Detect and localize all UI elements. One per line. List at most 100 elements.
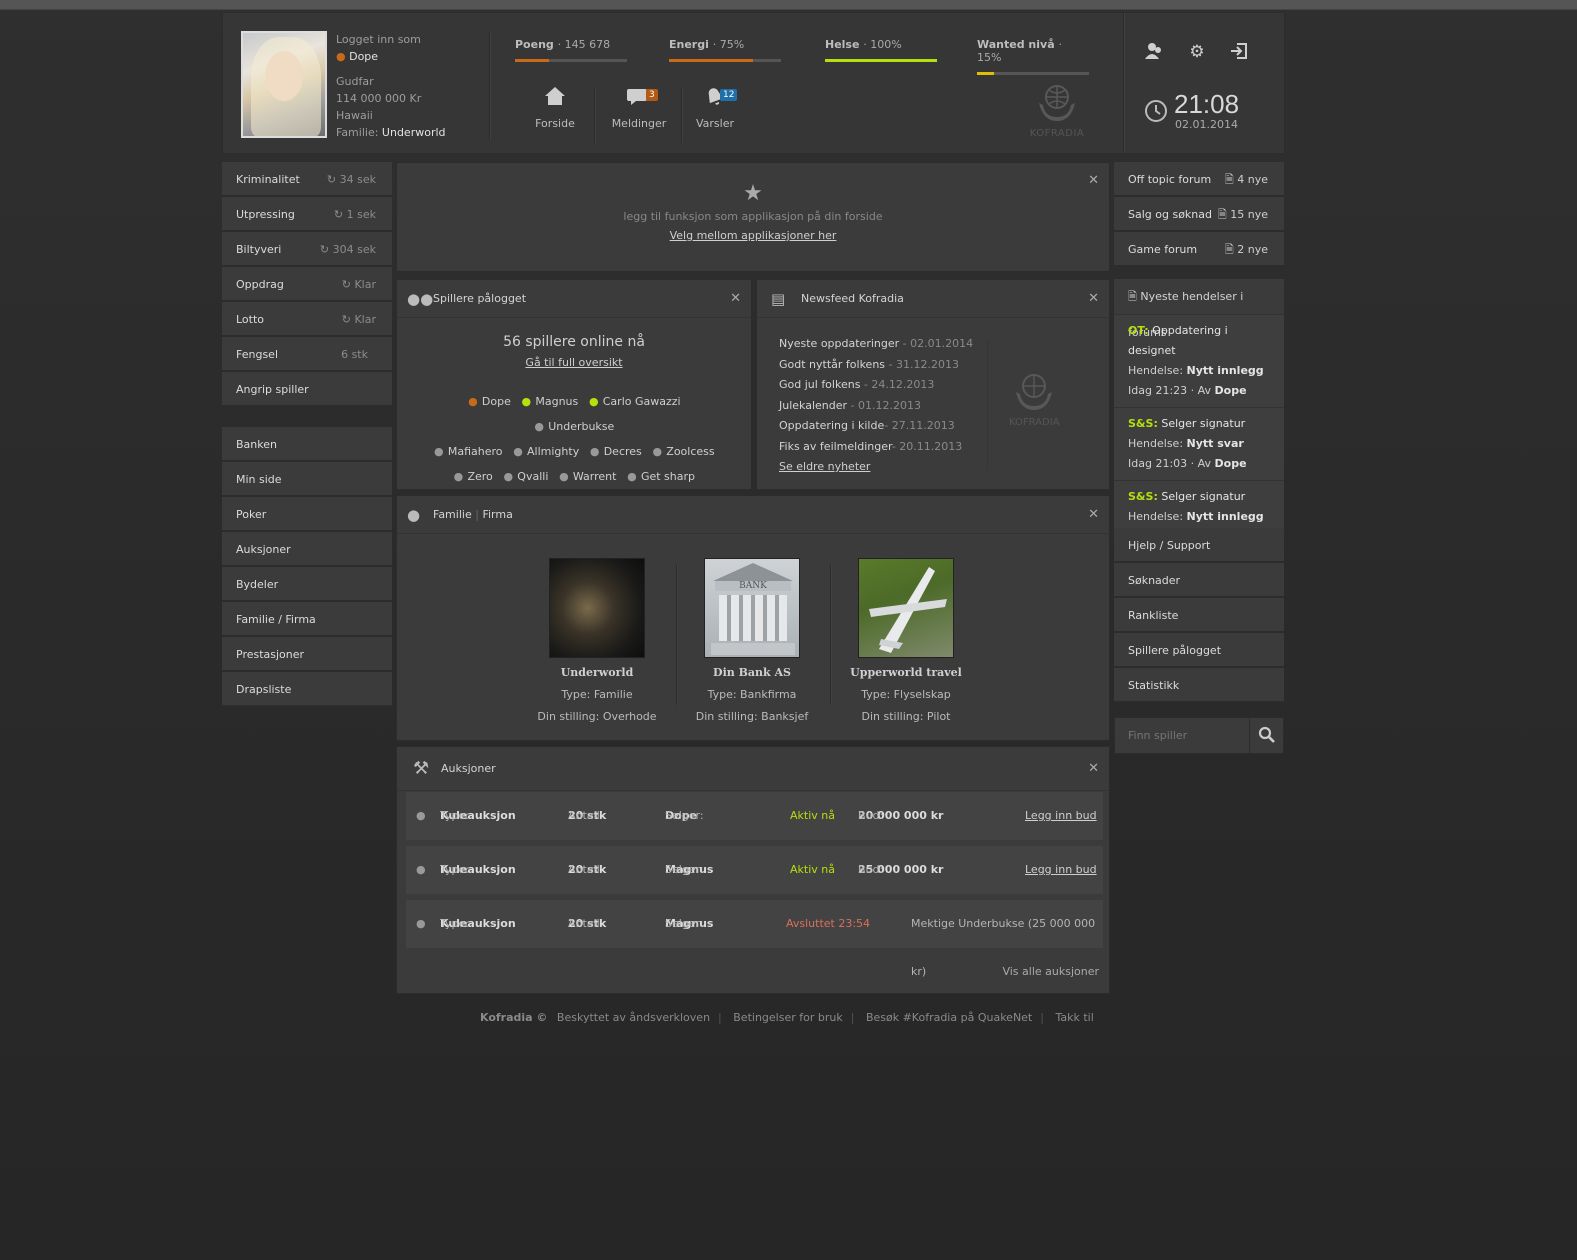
- auction-status: Aktiv nå: [790, 863, 835, 876]
- news-item[interactable]: God jul folkens - 24.12.2013: [779, 375, 973, 396]
- menu-item-ranklist[interactable]: Rankliste: [1114, 598, 1284, 633]
- player-link[interactable]: ● Dope: [467, 389, 511, 414]
- menu-item-auksjoner[interactable]: Auksjoner: [222, 532, 392, 567]
- document-icon: 🗎: [1224, 173, 1234, 186]
- user-icon: ●: [453, 470, 464, 483]
- forum-events: 🗎 Nyeste hendelser i forums OT: Oppdater…: [1114, 279, 1284, 554]
- player-link[interactable]: ● Decres: [589, 439, 642, 464]
- logged-in-label: Logget inn som: [336, 33, 421, 46]
- user-icon: ●: [559, 470, 569, 483]
- family-type: Type: Flyselskap: [861, 688, 951, 701]
- menu-item-familie-firma[interactable]: Familie / Firma: [222, 602, 392, 637]
- search-button[interactable]: [1249, 718, 1283, 753]
- footer: Kofradia © Beskyttet av åndsverkloven | B…: [480, 1011, 1094, 1024]
- refresh-icon: ↻: [341, 278, 351, 291]
- footer-link[interactable]: Besøk #Kofradia på QuakeNet: [866, 1011, 1032, 1024]
- nav-messages[interactable]: 3 Meldinger: [600, 85, 678, 130]
- close-icon[interactable]: ✕: [1088, 747, 1099, 791]
- player-link[interactable]: ● Underbukse: [534, 414, 614, 439]
- profile-icon[interactable]: [1143, 41, 1165, 63]
- auction-row: ● Type: Kuleauksjon Antall: 20 stk Selger: …: [406, 846, 1103, 894]
- header: Logget inn som ● Dope Gudfar 114 000 000…: [222, 12, 1285, 154]
- logout-icon[interactable]: [1228, 41, 1250, 63]
- news-item[interactable]: Nyeste oppdateringer - 02.01.2014: [779, 334, 973, 355]
- player-link[interactable]: ● Mafiahero: [433, 439, 502, 464]
- menu-item-bydeler[interactable]: Bydeler: [222, 567, 392, 602]
- close-icon[interactable]: ✕: [730, 280, 741, 318]
- star-icon: ★: [743, 181, 763, 206]
- news-item[interactable]: Godt nyttår folkens - 31.12.2013: [779, 355, 973, 376]
- player-link[interactable]: ● Zero: [453, 464, 493, 489]
- footer-link[interactable]: Takk til: [1055, 1011, 1093, 1024]
- firma-tab[interactable]: Firma: [482, 508, 512, 521]
- menu-item-biltyveri[interactable]: Biltyveri ↻ 304 sek: [222, 232, 392, 267]
- notifications-badge: 12: [720, 89, 738, 101]
- menu-item-angrip[interactable]: Angrip spiller: [222, 372, 392, 407]
- menu-item-lotto[interactable]: Lotto ↻ Klar: [222, 302, 392, 337]
- document-icon: 🗎: [1224, 243, 1234, 256]
- top-bar: [0, 0, 1577, 10]
- plane-image: [858, 558, 954, 658]
- menu-item-applications[interactable]: Søknader: [1114, 563, 1284, 598]
- menu-item-statistics[interactable]: Statistikk: [1114, 668, 1284, 703]
- close-icon[interactable]: ✕: [1088, 496, 1099, 534]
- forum-event[interactable]: S&S: Selger signatur Hendelse: Nytt svar I…: [1114, 408, 1284, 481]
- family-type: Type: Bankfirma: [707, 688, 797, 701]
- close-icon[interactable]: ✕: [1088, 280, 1099, 318]
- footer-link[interactable]: Beskyttet av åndsverkloven: [557, 1011, 710, 1024]
- family-name[interactable]: Underworld: [382, 126, 446, 139]
- news-item[interactable]: Oppdatering i kilde- 27.11.2013: [779, 416, 973, 437]
- kofradia-logo[interactable]: KOFRADIA: [1026, 81, 1088, 139]
- news-item[interactable]: Fiks av feilmeldinger- 20.11.2013: [779, 437, 973, 458]
- menu-item-drapsliste[interactable]: Drapsliste: [222, 672, 392, 707]
- menu-item-banken[interactable]: Banken: [222, 427, 392, 462]
- stat-bar-fill: [825, 59, 937, 62]
- family-item[interactable]: BANK Din Bank AS Type: Bankfirma Din sti…: [672, 558, 832, 728]
- family-name: Upperworld travel: [850, 666, 962, 679]
- nav-notifications-label: Varsler: [695, 117, 734, 130]
- menu-item-online[interactable]: Spillere pålogget: [1114, 633, 1284, 668]
- forum-menu: Off topic forum 🗎 4 nye Salg og søknad 🗎 1…: [1114, 162, 1284, 267]
- menu-item-help[interactable]: Hjelp / Support: [1114, 528, 1284, 563]
- family-image: [549, 558, 645, 658]
- menu-item-min-side[interactable]: Min side: [222, 462, 392, 497]
- user-avatar[interactable]: [241, 31, 327, 138]
- stat-label: Helse: [825, 38, 860, 51]
- gear-icon[interactable]: ⚙: [1186, 41, 1208, 63]
- menu-item-utpressing[interactable]: Utpressing ↻ 1 sek: [222, 197, 392, 232]
- footer-link[interactable]: Betingelser for bruk: [733, 1011, 842, 1024]
- app-link[interactable]: Velg mellom applikasjoner her: [670, 229, 837, 242]
- close-icon[interactable]: ✕: [1088, 173, 1099, 188]
- forum-item[interactable]: Salg og søknad 🗎 15 nye: [1114, 197, 1284, 232]
- location: Hawaii: [336, 109, 373, 122]
- player-link[interactable]: ● Carlo Gawazzi: [588, 389, 681, 414]
- bid-link[interactable]: Legg inn bud: [1025, 809, 1097, 822]
- news-more-link[interactable]: Se eldre nyheter: [779, 460, 870, 473]
- player-link[interactable]: ● Qvalli: [503, 464, 548, 489]
- search-input[interactable]: [1115, 718, 1251, 753]
- news-item[interactable]: Julekalender - 01.12.2013: [779, 396, 973, 417]
- player-link[interactable]: ● Get sharp: [626, 464, 695, 489]
- forum-item[interactable]: Off topic forum 🗎 4 nye: [1114, 162, 1284, 197]
- menu-item-kriminalitet[interactable]: Kriminalitet ↻ 34 sek: [222, 162, 392, 197]
- menu-item-fengsel[interactable]: Fengsel 6 stk: [222, 337, 392, 372]
- menu-item-poker[interactable]: Poker: [222, 497, 392, 532]
- menu-item-oppdrag[interactable]: Oppdrag ↻ Klar: [222, 267, 392, 302]
- player-link[interactable]: ● Allmighty: [513, 439, 579, 464]
- bid-link[interactable]: Legg inn bud: [1025, 863, 1097, 876]
- nav-home[interactable]: Forside: [516, 85, 594, 130]
- forum-item[interactable]: Game forum 🗎 2 nye: [1114, 232, 1284, 267]
- player-link[interactable]: ● Magnus: [521, 389, 579, 414]
- forum-event[interactable]: OT: Oppdatering i designet Hendelse: Nytt…: [1114, 315, 1284, 408]
- family-tab[interactable]: Familie: [433, 508, 472, 521]
- menu-item-prestasjoner[interactable]: Prestasjoner: [222, 637, 392, 672]
- nav-notifications[interactable]: 12 Varsler: [676, 85, 754, 130]
- username[interactable]: Dope: [349, 50, 378, 63]
- family-item[interactable]: Upperworld travel Type: Flyselskap Din s…: [826, 558, 986, 728]
- family-label: Familie:: [336, 126, 379, 139]
- player-link[interactable]: ● Zoolcess: [652, 439, 714, 464]
- players-link[interactable]: Gå til full oversikt: [525, 356, 622, 369]
- player-link[interactable]: ● Warrent: [558, 464, 616, 489]
- user-icon: ●: [336, 50, 346, 63]
- family-item[interactable]: Underworld Type: Familie Din stilling: O…: [517, 558, 677, 728]
